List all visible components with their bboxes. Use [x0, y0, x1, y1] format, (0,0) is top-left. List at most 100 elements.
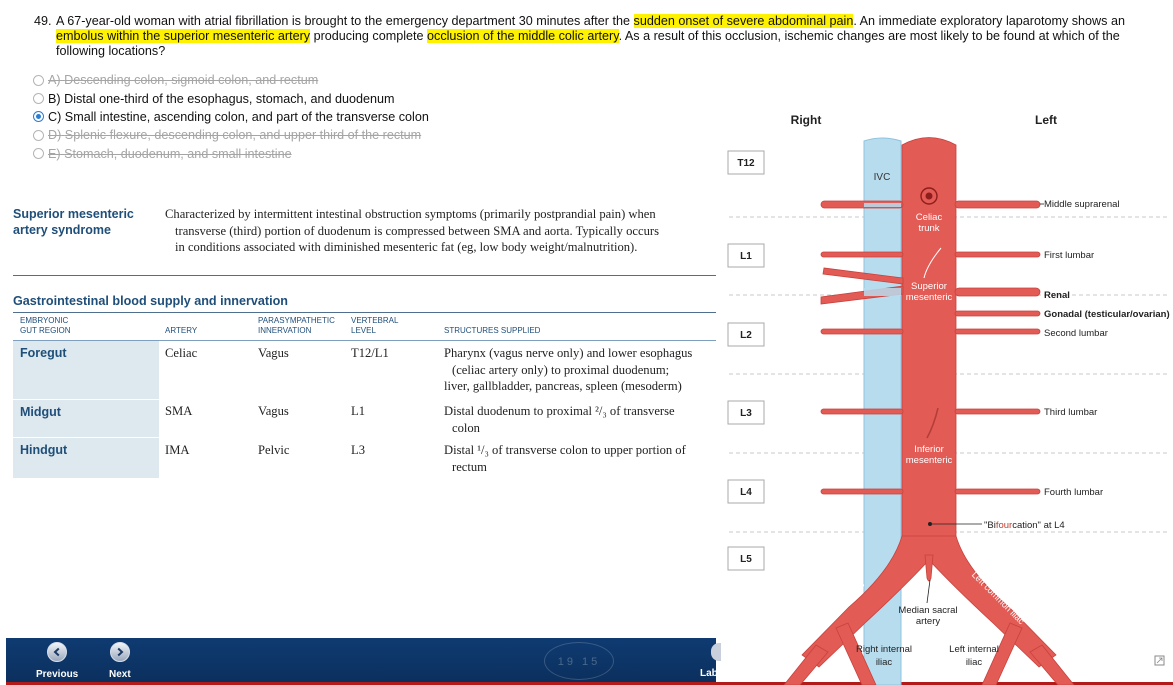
- abdominal-aorta-diagram: T12 L1 L2 L3 L4 L5 Right Left IVC Celiac…: [727, 113, 1170, 685]
- level-label: L4: [740, 487, 752, 498]
- chevron-right-icon: [109, 642, 130, 662]
- sma-syndrome-title: Superior mesenteric artery syndrome: [13, 207, 134, 237]
- header-innervation: PARASYMPATHETIC INNERVATION: [258, 316, 335, 335]
- previous-label: Previous: [36, 669, 79, 680]
- question-highlight: occlusion of the middle colic artery: [427, 29, 619, 43]
- celiac-label: Celiac: [916, 212, 943, 223]
- question-highlight: embolus within the superior mesenteric a…: [56, 29, 311, 43]
- question-part: A 67-year-old woman with atrial fibrilla…: [56, 14, 634, 28]
- left-fourth-lumbar: [954, 488, 1041, 495]
- question-part: producing complete: [310, 29, 428, 43]
- radio-button[interactable]: [33, 129, 44, 141]
- table-cell: Pelvic: [258, 443, 290, 457]
- left-side-label: Left: [1035, 113, 1057, 127]
- level-label: L5: [740, 554, 752, 565]
- left-gonadal: [954, 310, 1041, 317]
- choice-text: B) Distal one-third of the esophagus, st…: [48, 91, 395, 106]
- left-middle-suprarenal: [954, 200, 1041, 209]
- fourth-lumbar-label: Fourth lumbar: [1044, 487, 1103, 498]
- gonadal-label: Gonadal (testicular/ovarian): [1044, 309, 1170, 320]
- table-cell: Vagus: [258, 404, 289, 418]
- choice-b[interactable]: B) Distal one-third of the esophagus, st…: [33, 89, 429, 107]
- table-cell: Pharynx (vagus nerve only) and lower eso…: [444, 346, 693, 393]
- table-cell: Vagus: [258, 346, 289, 360]
- seal-watermark: 19 15: [544, 642, 614, 680]
- right-second-lumbar: [820, 328, 904, 335]
- left-first-lumbar: [954, 251, 1041, 258]
- radio-button[interactable]: [33, 74, 44, 86]
- sma-syndrome-description: Characterized by intermittent intestinal…: [165, 207, 659, 254]
- right-first-lumbar: [820, 251, 904, 258]
- header-region: EMBRYONIC GUT REGION: [20, 316, 71, 335]
- table-cell: L1: [351, 404, 365, 418]
- right-side-label: Right: [791, 113, 822, 127]
- choice-a[interactable]: A) Descending colon, sigmoid colon, and …: [33, 71, 429, 89]
- question-highlight: sudden onset of severe abdominal pain: [633, 14, 854, 28]
- chevron-left-icon: [47, 642, 68, 662]
- divider: [13, 312, 716, 313]
- table-cell: Distal ¹/₃ of transverse colon to upper …: [444, 443, 686, 474]
- level-label: T12: [737, 158, 755, 169]
- header-level: VERTEBRAL LEVEL: [351, 316, 399, 335]
- choice-text: A) Descending colon, sigmoid colon, and …: [48, 73, 319, 88]
- previous-button[interactable]: Previous: [36, 642, 78, 680]
- question: 49. A 67-year-old woman with atrial fibr…: [34, 14, 1158, 59]
- table-cell: IMA: [165, 443, 190, 457]
- table-cell: L3: [351, 443, 365, 457]
- right-internal-iliac-label: Right internal: [856, 644, 912, 655]
- choice-e[interactable]: E) Stomach, duodenum, and small intestin…: [33, 145, 429, 163]
- level-label: L3: [740, 408, 752, 419]
- sma-label: Superior: [911, 281, 947, 292]
- left-third-lumbar: [954, 408, 1041, 415]
- renal-label: Renal: [1044, 290, 1070, 301]
- choice-c[interactable]: C) Small intestine, ascending colon, and…: [33, 108, 429, 126]
- table-cell: Distal duodenum to proximal ²/₃ of trans…: [444, 404, 675, 435]
- ima-label: Inferior: [914, 444, 944, 455]
- lab-button[interactable]: Lab: [700, 668, 718, 679]
- next-label: Next: [109, 669, 131, 680]
- level-label: L2: [740, 330, 752, 341]
- third-lumbar-label: Third lumbar: [1044, 407, 1097, 418]
- right-fourth-lumbar: [820, 488, 904, 495]
- left-internal-iliac-label: iliac: [966, 657, 983, 668]
- radio-button-selected[interactable]: [33, 111, 44, 123]
- right-internal-iliac-label: iliac: [876, 657, 893, 668]
- ivc-label: IVC: [874, 172, 891, 183]
- gi-table-title: Gastrointestinal blood supply and innerv…: [13, 294, 288, 308]
- table-row-region: Midgut: [13, 400, 159, 437]
- question-part: . An immediate exploratory laparotomy sh…: [853, 14, 1125, 28]
- question-text: A 67-year-old woman with atrial fibrilla…: [38, 14, 1158, 59]
- choice-text: D) Splenic flexure, descending colon, an…: [48, 128, 422, 143]
- table-row-region: Foregut: [13, 341, 159, 399]
- median-sacral-artery: [924, 554, 934, 582]
- right-third-lumbar: [820, 408, 904, 415]
- radio-button[interactable]: [33, 148, 44, 160]
- left-renal: [954, 287, 1041, 297]
- next-button[interactable]: Next: [109, 642, 131, 680]
- median-sacral-label: Median sacral: [898, 605, 957, 616]
- choice-text: E) Stomach, duodenum, and small intestin…: [48, 146, 292, 161]
- radio-button[interactable]: [33, 93, 44, 105]
- table-cell: T12/L1: [351, 346, 389, 360]
- middle-suprarenal-label: Middle suprarenal: [1044, 199, 1120, 210]
- table-row-region: Hindgut: [13, 438, 159, 478]
- header-artery: ARTERY: [165, 326, 198, 335]
- bifurcation-label: "Bifourcation" at L4: [984, 520, 1065, 531]
- celiac-label: trunk: [918, 223, 939, 234]
- choice-text: C) Small intestine, ascending colon, and…: [48, 109, 429, 124]
- table-cell: SMA: [165, 404, 193, 418]
- sma-label: mesenteric: [906, 292, 953, 303]
- header-structures: STRUCTURES SUPPLIED: [444, 326, 541, 335]
- left-second-lumbar: [954, 328, 1041, 335]
- level-label: L1: [740, 251, 752, 262]
- divider: [13, 275, 716, 276]
- question-number: 49.: [34, 14, 52, 28]
- lab-icon[interactable]: [711, 643, 721, 661]
- choice-d[interactable]: D) Splenic flexure, descending colon, an…: [33, 126, 429, 144]
- left-internal-iliac-label: Left internal: [949, 644, 999, 655]
- second-lumbar-label: Second lumbar: [1044, 328, 1108, 339]
- answer-choices: A) Descending colon, sigmoid colon, and …: [33, 71, 429, 163]
- median-sacral-label: artery: [916, 616, 941, 627]
- ima-label: mesenteric: [906, 455, 953, 466]
- bottom-nav-bar: Previous Next 19 15 Lab: [6, 638, 721, 685]
